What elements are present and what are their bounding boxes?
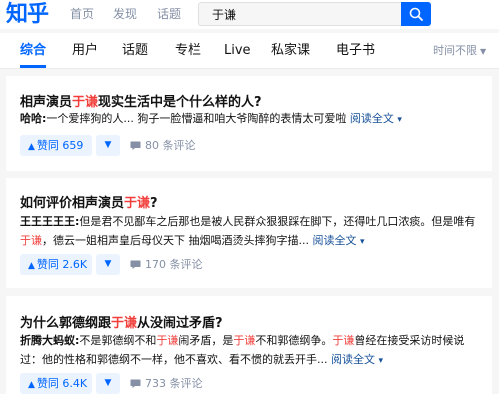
comments-button[interactable]: 733 条评论 — [130, 373, 203, 394]
title-text: 如何评价相声演员 — [20, 196, 125, 211]
read-more-label: 阅读全文 — [331, 353, 375, 366]
nav-topics[interactable]: 话题 — [157, 0, 181, 29]
tab-columns[interactable]: 专栏 — [175, 33, 201, 68]
search-tab-bar: 综合 用户 话题 专栏 Live 私家课 电子书 时间不限 ▼ — [0, 33, 499, 69]
nav-explore[interactable]: 发现 — [113, 0, 137, 29]
author-name: 折腾大蚂蚁: — [20, 334, 80, 347]
time-filter-dropdown[interactable]: 时间不限 ▼ — [433, 33, 486, 68]
author-name: 哈哈: — [20, 112, 47, 125]
title-highlight: 于谦 — [72, 95, 99, 110]
downvote-button[interactable]: ▼ — [96, 254, 120, 275]
excerpt-text: 但是君不见鄙车之后那也是被人民群众狠狠踩在脚下，还得吐几口浓痰。但是唯有 — [79, 215, 476, 228]
downvote-icon: ▼ — [104, 259, 112, 269]
excerpt-text: 不和郭德纲争。 — [255, 334, 333, 347]
excerpt-text: ，德云一姐相声皇后母仪天下 抽烟喝酒烫头摔狗字描... — [42, 234, 309, 247]
search-box — [198, 2, 401, 26]
title-highlight: 于谦 — [124, 196, 151, 211]
tab-private-courses[interactable]: 私家课 — [271, 33, 310, 68]
upvote-icon: ▲ — [28, 261, 35, 271]
downvote-button[interactable]: ▼ — [96, 373, 120, 394]
result-excerpt[interactable]: 王王王王王:但是君不见鄙车之后那也是被人民群众狠狠踩在脚下，还得吐几口浓痰。但是… — [20, 212, 480, 252]
chevron-down-icon: ▾ — [360, 237, 365, 247]
comments-count: 733 条评论 — [145, 377, 203, 390]
comment-icon — [130, 141, 141, 150]
upvote-button[interactable]: ▲ 赞同 659 — [20, 135, 92, 156]
author-name: 王王王王王: — [20, 215, 80, 228]
search-icon — [409, 7, 423, 21]
excerpt-highlight: 于谦 — [233, 334, 256, 347]
result-title[interactable]: 为什么郭德纲跟于谦从没闹过矛盾? — [20, 312, 223, 331]
upvote-button[interactable]: ▲ 赞同 2.6K — [20, 254, 92, 275]
comments-button[interactable]: 170 条评论 — [130, 254, 203, 275]
chevron-down-icon: ▾ — [397, 115, 402, 125]
upvote-label: 赞同 6.4K — [36, 377, 88, 390]
tab-topics[interactable]: 话题 — [122, 33, 148, 68]
upvote-icon: ▲ — [28, 142, 35, 152]
title-text: 相声演员 — [20, 95, 73, 110]
excerpt-text: 闹矛盾，是 — [178, 334, 234, 347]
result-card: 如何评价相声演员于谦? 王王王王王:但是君不见鄙车之后那也是被人民群众狠狠踩在脚… — [6, 178, 492, 288]
excerpt-highlight: 于谦 — [20, 234, 42, 247]
downvote-icon: ▼ — [104, 140, 112, 150]
excerpt-text: 一个爱摔狗的人... — [46, 112, 134, 125]
result-card: 相声演员于谦现实生活中是个什么样的人? 哈哈:一个爱摔狗的人... 狗子一脸懵逼… — [6, 76, 492, 171]
result-title[interactable]: 相声演员于谦现实生活中是个什么样的人? — [20, 91, 262, 110]
upvote-label: 赞同 659 — [36, 139, 84, 152]
result-title[interactable]: 如何评价相声演员于谦? — [20, 192, 158, 211]
upvote-label: 赞同 2.6K — [36, 258, 88, 271]
downvote-button[interactable]: ▼ — [96, 135, 120, 156]
comments-count: 80 条评论 — [145, 139, 196, 152]
chevron-down-icon: ▼ — [480, 47, 487, 56]
title-highlight: 于谦 — [111, 316, 138, 331]
excerpt-text: 不是郭德纲不和 — [79, 334, 157, 347]
title-text: 现实生活中是个什么样的人? — [98, 95, 262, 110]
title-text: 为什么郭德纲跟 — [20, 316, 112, 331]
excerpt-highlight: 于谦 — [156, 334, 179, 347]
chevron-down-icon: ▾ — [378, 356, 384, 366]
downvote-icon: ▼ — [104, 378, 112, 388]
tab-live[interactable]: Live — [224, 33, 251, 68]
result-excerpt[interactable]: 折腾大蚂蚁:不是郭德纲不和于谦闹矛盾，是于谦不和郭德纲争。于谦曾经在接受采访时候… — [20, 331, 480, 371]
excerpt-text: 狗子一脸懵逼和咱大爷陶醉的表情太可爱啦 — [137, 112, 347, 125]
tab-ebooks[interactable]: 电子书 — [336, 33, 375, 68]
comment-icon — [130, 379, 141, 388]
result-card: 为什么郭德纲跟于谦从没闹过矛盾? 折腾大蚂蚁:不是郭德纲不和于谦闹矛盾，是于谦不… — [6, 296, 492, 394]
title-text: 从没闹过矛盾? — [137, 316, 223, 331]
nav-home[interactable]: 首页 — [70, 0, 94, 29]
tab-all[interactable]: 综合 — [20, 33, 47, 68]
comments-count: 170 条评论 — [145, 258, 203, 271]
read-more-label: 阅读全文 — [312, 234, 357, 247]
time-filter-label: 时间不限 — [433, 44, 477, 57]
title-text: ? — [150, 196, 158, 211]
top-bar: 知乎 首页 发现 话题 — [0, 0, 499, 29]
read-more-link[interactable]: 阅读全文 ▾ — [331, 353, 383, 366]
tab-users[interactable]: 用户 — [72, 33, 98, 68]
search-input[interactable] — [212, 3, 392, 25]
read-more-label: 阅读全文 — [349, 112, 394, 125]
comments-button[interactable]: 80 条评论 — [130, 135, 196, 156]
result-excerpt[interactable]: 哈哈:一个爱摔狗的人... 狗子一脸懵逼和咱大爷陶醉的表情太可爱啦 阅读全文 ▾ — [20, 109, 480, 130]
excerpt-highlight: 于谦 — [332, 334, 355, 347]
zhihu-logo[interactable]: 知乎 — [6, 1, 49, 28]
upvote-icon: ▲ — [28, 380, 35, 390]
upvote-button[interactable]: ▲ 赞同 6.4K — [20, 373, 92, 394]
read-more-link[interactable]: 阅读全文 ▾ — [350, 112, 402, 125]
read-more-link[interactable]: 阅读全文 ▾ — [313, 234, 365, 247]
search-button[interactable] — [401, 2, 431, 26]
comment-icon — [130, 260, 141, 269]
